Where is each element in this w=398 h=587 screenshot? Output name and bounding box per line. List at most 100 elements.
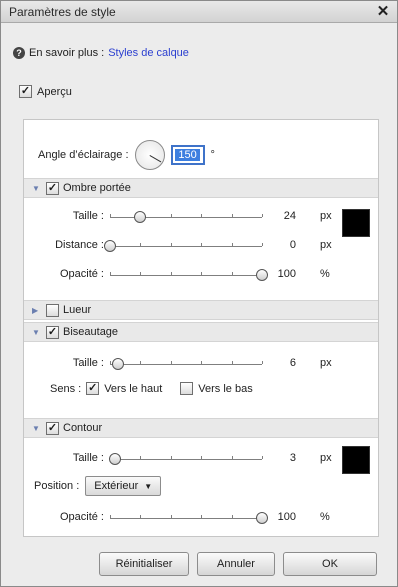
section-drop-shadow[interactable]: ▼ ✓ Ombre portée [24,178,378,198]
lighting-angle-row: Angle d’éclairage : 150 ° [38,140,215,170]
learn-more-label: En savoir plus : [29,47,105,59]
help-icon: ? [13,47,25,59]
collapse-arrow-icon[interactable]: ▶ [32,306,42,315]
angle-input[interactable]: 150 [170,145,205,165]
angle-value: 150 [175,149,200,161]
bevel-size-value[interactable]: 6 [270,357,296,369]
opacity-unit: % [320,268,330,280]
stroke-size-slider[interactable] [108,453,263,465]
drop-shadow-size-row: Taille : 24 px [24,208,378,226]
glow-title: Lueur [63,304,92,316]
direction-up-label[interactable]: Vers le haut [104,383,162,395]
learn-more-link[interactable]: Styles de calque [108,47,189,59]
expand-arrow-icon[interactable]: ▼ [32,424,42,433]
drop-shadow-checkbox[interactable]: ✓ [46,181,59,195]
preview-option[interactable]: ✓ Aperçu [19,85,72,98]
slider-tick [231,515,233,518]
close-button[interactable]: ✕ [375,4,391,20]
stroke-size-value[interactable]: 3 [270,452,296,464]
slider-tick [110,272,111,275]
slider-tick [231,243,233,246]
stroke-size-unit: px [320,452,332,464]
slider-tick [170,243,172,246]
expand-arrow-icon[interactable]: ▼ [32,328,42,337]
section-stroke[interactable]: ▼ ✓ Contour [24,418,378,438]
stroke-opacity-unit: % [320,511,330,523]
close-icon: ✕ [376,3,390,20]
slider-tick [201,456,203,459]
size-label: Taille : [72,357,104,369]
slider-tick [201,272,203,275]
slider-tick [170,272,172,275]
slider-tick [140,243,142,246]
section-bevel[interactable]: ▼ ✓ Biseautage [24,322,378,342]
stroke-position-row: Position : Extérieur ▼ [34,476,162,496]
slider-tick [201,361,203,364]
slider-tick [262,243,263,246]
stroke-opacity-value[interactable]: 100 [270,511,296,523]
slider-tick [231,361,233,364]
title-bar[interactable]: Paramètres de style [1,1,397,23]
style-settings-dialog: Paramètres de style ✕ ? En savoir plus :… [0,0,398,587]
slider-tick [201,243,203,246]
cancel-button[interactable]: Annuler [197,552,275,576]
size-value[interactable]: 24 [270,210,296,222]
expand-arrow-icon[interactable]: ▼ [32,184,42,193]
bevel-direction-row: Sens : ✓ Vers le haut Vers le bas [50,382,253,395]
direction-up-radio[interactable]: ✓ [86,382,100,395]
bevel-size-row: Taille : 6 px [24,355,378,373]
slider-thumb[interactable] [111,358,124,370]
stroke-color-swatch[interactable] [342,446,370,474]
position-dropdown[interactable]: Extérieur ▼ [85,476,162,496]
direction-down-radio[interactable] [180,382,194,395]
preview-checkbox[interactable]: ✓ [19,85,32,98]
opacity-label: Opacité : [59,268,104,280]
opacity-value[interactable]: 100 [270,268,296,280]
learn-more: ? En savoir plus : Styles de calque [13,47,189,59]
opacity-label: Opacité : [59,511,104,523]
slider-thumb[interactable] [256,269,268,281]
slider-tick [110,515,111,518]
position-value: Extérieur [94,480,139,492]
shadow-color-swatch[interactable] [342,209,370,237]
stroke-checkbox[interactable]: ✓ [46,421,59,435]
size-slider[interactable] [110,211,263,223]
drop-shadow-distance-row: Distance : 0 px [24,237,378,255]
slider-tick [262,456,263,459]
slider-tick [170,456,172,459]
slider-tick [231,456,233,459]
slider-tick [231,214,233,217]
slider-thumb[interactable] [256,512,268,524]
slider-thumb[interactable] [104,240,116,252]
preview-label: Aperçu [37,85,72,98]
slider-thumb[interactable] [108,453,121,465]
distance-slider[interactable] [104,240,263,252]
distance-unit: px [320,239,332,251]
bevel-title: Biseautage [63,326,119,338]
slider-tick [201,515,203,518]
stroke-opacity-row: Opacité : 100 % [24,509,378,527]
chevron-down-icon: ▼ [144,481,153,491]
slider-tick [170,515,172,518]
bevel-size-slider[interactable] [110,358,263,370]
slider-tick [140,456,142,459]
angle-dial[interactable] [134,140,165,170]
slider-tick [140,272,142,275]
stroke-opacity-slider[interactable] [110,512,268,524]
distance-value[interactable]: 0 [270,239,296,251]
direction-label: Sens : [50,382,82,395]
drop-shadow-title: Ombre portée [63,182,131,194]
slider-tick [262,214,263,217]
slider-tick [140,361,142,364]
ok-button[interactable]: OK [283,552,377,576]
position-label: Position : [34,480,80,492]
direction-down-label[interactable]: Vers le bas [198,383,252,395]
reset-button[interactable]: Réinitialiser [99,552,189,576]
bevel-checkbox[interactable]: ✓ [46,325,59,339]
glow-checkbox[interactable] [46,303,59,317]
degree-unit: ° [210,149,215,161]
section-glow[interactable]: ▶ Lueur [24,300,378,320]
stroke-title: Contour [63,422,103,434]
opacity-slider[interactable] [110,269,268,281]
slider-thumb[interactable] [134,211,147,223]
